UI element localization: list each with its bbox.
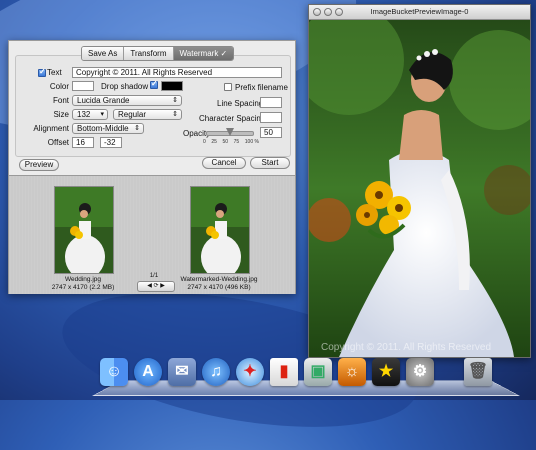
drop-shadow-checkbox[interactable] xyxy=(150,79,158,89)
original-file-meta: 2747 x 4170 (2.2 MB) xyxy=(51,284,115,291)
trash-icon[interactable]: 🗑 xyxy=(464,358,492,386)
paint-can-icon[interactable]: ▮ xyxy=(270,358,298,386)
tick-label: 0 xyxy=(203,139,206,145)
safari-icon[interactable]: ✦ xyxy=(236,358,264,386)
cancel-button[interactable]: Cancel xyxy=(202,157,246,169)
alignment-select[interactable]: Bottom-Middle ⇕ xyxy=(72,123,144,134)
character-spacing-label: Character Spacing xyxy=(199,114,266,123)
preview-window: ImageBucketPreviewImage-0 Copyright © 20… xyxy=(308,4,531,358)
pager-controls: ◀ ⟳ ▶ xyxy=(137,281,175,292)
chevron-updown-icon: ⇕ xyxy=(172,97,178,104)
system-preferences-icon[interactable]: ⚙ xyxy=(406,358,434,386)
style-select[interactable]: Regular ⇕ xyxy=(113,109,182,120)
original-filename: Wedding.jpg xyxy=(64,276,102,283)
page-indicator: 1/1 xyxy=(149,273,159,279)
opacity-field[interactable]: 50 xyxy=(260,127,282,138)
preview-button[interactable]: Preview xyxy=(19,159,59,171)
opacity-ticks: 0 25 50 75 100 % xyxy=(203,139,259,145)
tab-save-as[interactable]: Save As xyxy=(82,47,125,60)
tab-transform[interactable]: Transform xyxy=(124,47,174,60)
shadow-color-well[interactable] xyxy=(161,81,183,91)
refresh-icon[interactable]: ⟳ xyxy=(153,283,158,289)
offset-x-field[interactable]: 16 xyxy=(72,137,94,148)
chevron-updown-icon: ⇕ xyxy=(172,111,178,118)
minimize-icon[interactable] xyxy=(324,8,332,16)
font-label: Font xyxy=(52,96,69,105)
previous-arrow-icon[interactable]: ◀ xyxy=(147,283,152,289)
line-spacing-label: Line Spacing xyxy=(217,99,264,108)
alignment-value: Bottom-Middle xyxy=(77,124,129,133)
original-thumbnail[interactable] xyxy=(54,186,114,274)
itunes-icon[interactable]: ♫ xyxy=(202,358,230,386)
color-label: Color xyxy=(49,82,69,91)
preview-image: Copyright © 2011. All Rights Reserved xyxy=(309,20,530,357)
size-value: 132 xyxy=(77,110,91,119)
text-color-well[interactable] xyxy=(72,81,94,91)
close-icon[interactable] xyxy=(313,8,321,16)
offset-label: Offset xyxy=(47,138,69,147)
style-value: Regular xyxy=(118,110,147,119)
character-spacing-field[interactable] xyxy=(260,112,282,123)
chevron-updown-icon: ⇕ xyxy=(134,125,140,132)
line-spacing-field[interactable] xyxy=(260,97,282,108)
tab-bar: Save As Transform Watermark ✓ xyxy=(81,46,235,61)
watermarked-filename: Watermarked-Wedding.jpg xyxy=(180,276,258,283)
alignment-label: Alignment xyxy=(33,124,69,133)
zoom-icon[interactable] xyxy=(335,8,343,16)
size-label: Size xyxy=(53,110,69,119)
next-arrow-icon[interactable]: ▶ xyxy=(160,283,165,289)
start-button[interactable]: Start xyxy=(250,157,290,169)
prefix-filename-label: Prefix filename xyxy=(235,83,288,92)
prefix-filename-checkbox[interactable] xyxy=(224,83,232,91)
tab-watermark[interactable]: Watermark ✓ xyxy=(173,47,234,60)
offset-y-field[interactable]: -32 xyxy=(100,137,122,148)
dock: ☺ A ✉ ♫ ✦ ▮ ▣ ☼ ★ ⚙ 🗑 xyxy=(92,356,520,396)
finder-icon[interactable]: ☺ xyxy=(100,358,128,386)
tick-label: 25 xyxy=(211,139,217,145)
image-browser: Wedding.jpg 2747 x 4170 (2.2 MB) Waterma… xyxy=(9,175,295,294)
settings-panel: Save As Transform Watermark ✓ Text Copyr… xyxy=(9,41,295,175)
opacity-slider-knob[interactable] xyxy=(226,128,234,136)
bride-photo xyxy=(309,20,530,357)
tick-label: 75 xyxy=(233,139,240,145)
tick-label: 50 xyxy=(222,139,229,145)
watermarked-thumbnail[interactable] xyxy=(190,186,250,274)
mail-stamp-icon[interactable]: ✉ xyxy=(168,358,196,386)
bride-photo-thumbnail xyxy=(55,187,113,273)
tick-label: 100 % xyxy=(244,139,259,145)
text-label: Text xyxy=(47,68,62,77)
iphoto-icon[interactable]: ☼ xyxy=(338,358,366,386)
preview-window-title: ImageBucketPreviewImage-0 xyxy=(370,7,469,16)
opacity-slider[interactable] xyxy=(206,128,254,136)
font-value: Lucida Grande xyxy=(77,96,130,105)
watermark-dialog: Save As Transform Watermark ✓ Text Copyr… xyxy=(8,40,296,294)
imovie-icon[interactable]: ★ xyxy=(372,358,400,386)
watermarked-file-meta: 2747 x 4170 (496 KB) xyxy=(187,284,251,291)
chevron-down-icon: ▾ xyxy=(100,111,104,118)
drop-shadow-label: Drop shadow xyxy=(101,82,149,91)
font-select[interactable]: Lucida Grande ⇕ xyxy=(72,95,182,106)
photo-stack-icon[interactable]: ▣ xyxy=(304,358,332,386)
size-select[interactable]: 132 ▾ xyxy=(72,109,108,120)
text-checkbox[interactable] xyxy=(38,67,46,77)
bride-photo-thumbnail xyxy=(191,187,249,273)
app-store-icon[interactable]: A xyxy=(134,358,162,386)
watermark-overlay-text: Copyright © 2011. All Rights Reserved xyxy=(321,342,492,353)
watermark-text-field[interactable]: Copyright © 2011. All Rights Reserved xyxy=(72,67,282,78)
